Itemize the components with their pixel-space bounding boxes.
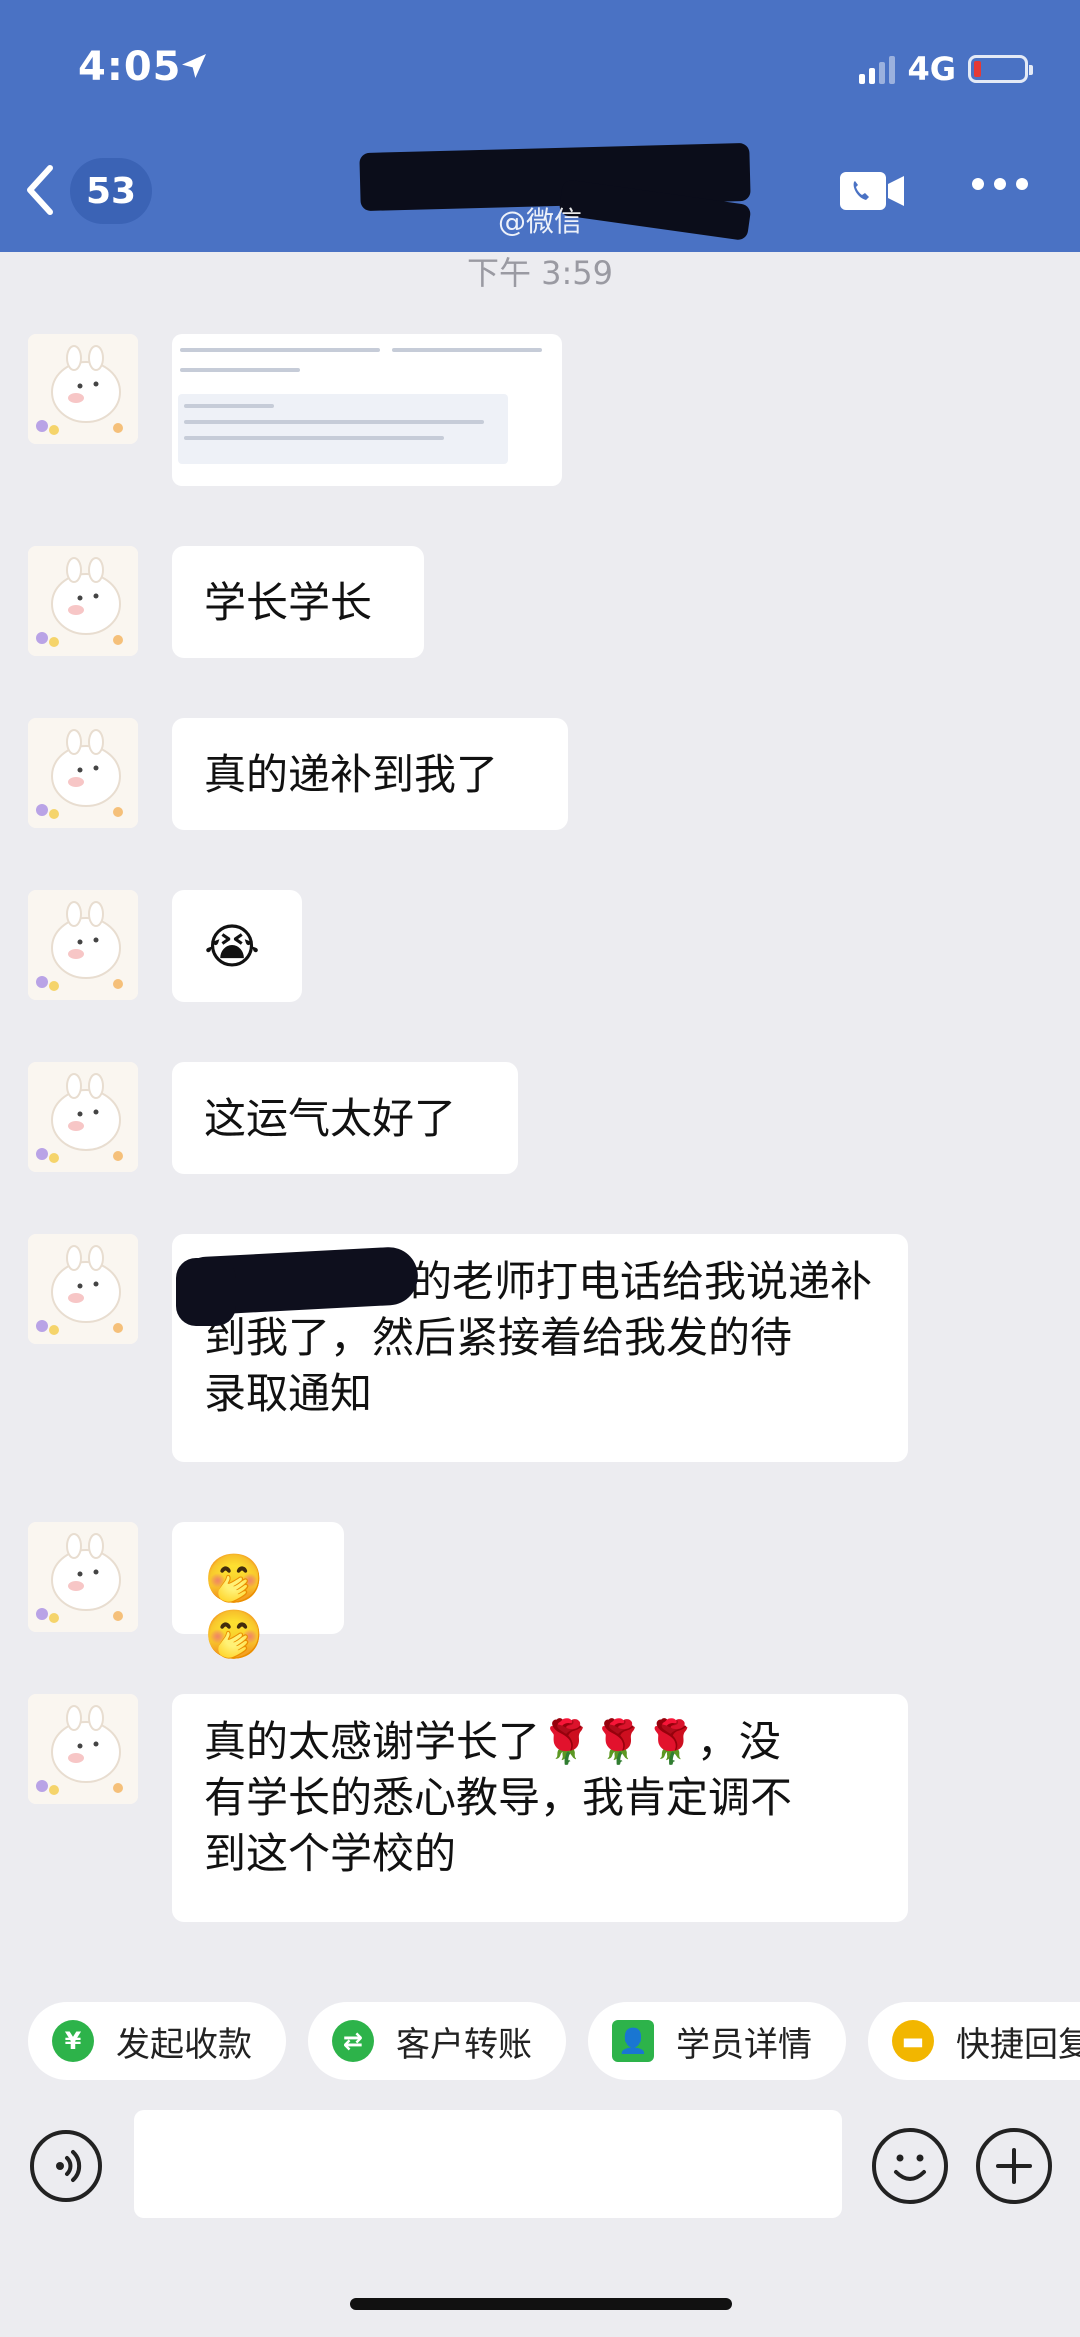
video-call-icon[interactable] (838, 168, 908, 214)
quick-action-collect-payment[interactable]: ¥ 发起收款 (28, 2002, 286, 2080)
message-line: 真的太感谢学长了🌹🌹🌹，没 (204, 1717, 781, 1766)
emoji-button[interactable] (872, 2128, 948, 2204)
signal-icon (859, 54, 896, 84)
message-line: 到这个学校的 (204, 1829, 457, 1878)
avatar[interactable] (28, 1694, 138, 1804)
message-bubble[interactable]: 这运气太好了 (172, 1062, 518, 1174)
message-line: 录取通知 (204, 1369, 373, 1418)
image-message[interactable] (172, 334, 562, 486)
emoji-message[interactable]: 🤭🤭 (172, 1522, 344, 1663)
plus-icon (996, 2148, 1032, 2184)
message-text-input[interactable] (134, 2110, 842, 2218)
avatar[interactable] (28, 890, 138, 1000)
yen-icon: ¥ (52, 2020, 94, 2062)
location-arrow-icon (182, 54, 206, 78)
smiley-icon (894, 2154, 926, 2181)
message-line: 有学长的悉心教导，我肯定调不 (204, 1773, 793, 1822)
avatar[interactable] (28, 1062, 138, 1172)
message-timestamp: 下午 3:59 (466, 254, 614, 292)
quick-action-label: 发起收款 (116, 2024, 252, 2065)
avatar[interactable] (28, 334, 138, 444)
message-bubble[interactable]: 真的太感谢学长了🌹🌹🌹，没 有学长的悉心教导，我肯定调不 到这个学校的 (172, 1694, 908, 1922)
redaction-scribble (176, 1258, 236, 1326)
quick-action-label: 快捷回复 (956, 2024, 1080, 2065)
quick-action-student-details[interactable]: 👤 学员详情 (588, 2002, 846, 2080)
quick-action-label: 学员详情 (676, 2024, 812, 2065)
status-time: 4:05 (78, 44, 182, 90)
voice-icon (56, 2150, 82, 2182)
quick-action-customer-transfer[interactable]: ⇄ 客户转账 (308, 2002, 566, 2080)
message-bubble[interactable]: 真的递补到我了 (172, 718, 568, 830)
home-indicator (350, 2298, 732, 2310)
avatar[interactable] (28, 1234, 138, 1344)
contact-source-label: @微信 (497, 205, 582, 238)
avatar[interactable] (28, 1522, 138, 1632)
user-icon: 👤 (612, 2020, 654, 2062)
chat-header: 4:05 4G 53 @微信 (0, 0, 1080, 252)
network-label: 4G (907, 50, 956, 88)
more-options-icon[interactable] (972, 178, 1028, 190)
emoji-message[interactable]: 😭 (172, 890, 302, 1002)
battery-icon (968, 55, 1033, 83)
quick-action-bar: ¥ 发起收款 ⇄ 客户转账 👤 学员详情 ▬ 快捷回复 (0, 1978, 1080, 2108)
avatar[interactable] (28, 546, 138, 656)
message-bubble[interactable]: 学长学长 (172, 546, 424, 658)
more-actions-button[interactable] (976, 2128, 1052, 2204)
avatar[interactable] (28, 718, 138, 828)
voice-input-button[interactable] (30, 2130, 102, 2202)
quick-action-label: 客户转账 (396, 2024, 532, 2065)
transfer-icon: ⇄ (332, 2020, 374, 2062)
message-line: 到我了，然后紧接着给我发的待 (204, 1313, 793, 1362)
message-input-area (0, 2110, 1080, 2337)
quick-action-quick-reply[interactable]: ▬ 快捷回复 (868, 2002, 1080, 2080)
status-indicators: 4G (859, 50, 1033, 88)
chat-icon: ▬ (892, 2020, 934, 2062)
